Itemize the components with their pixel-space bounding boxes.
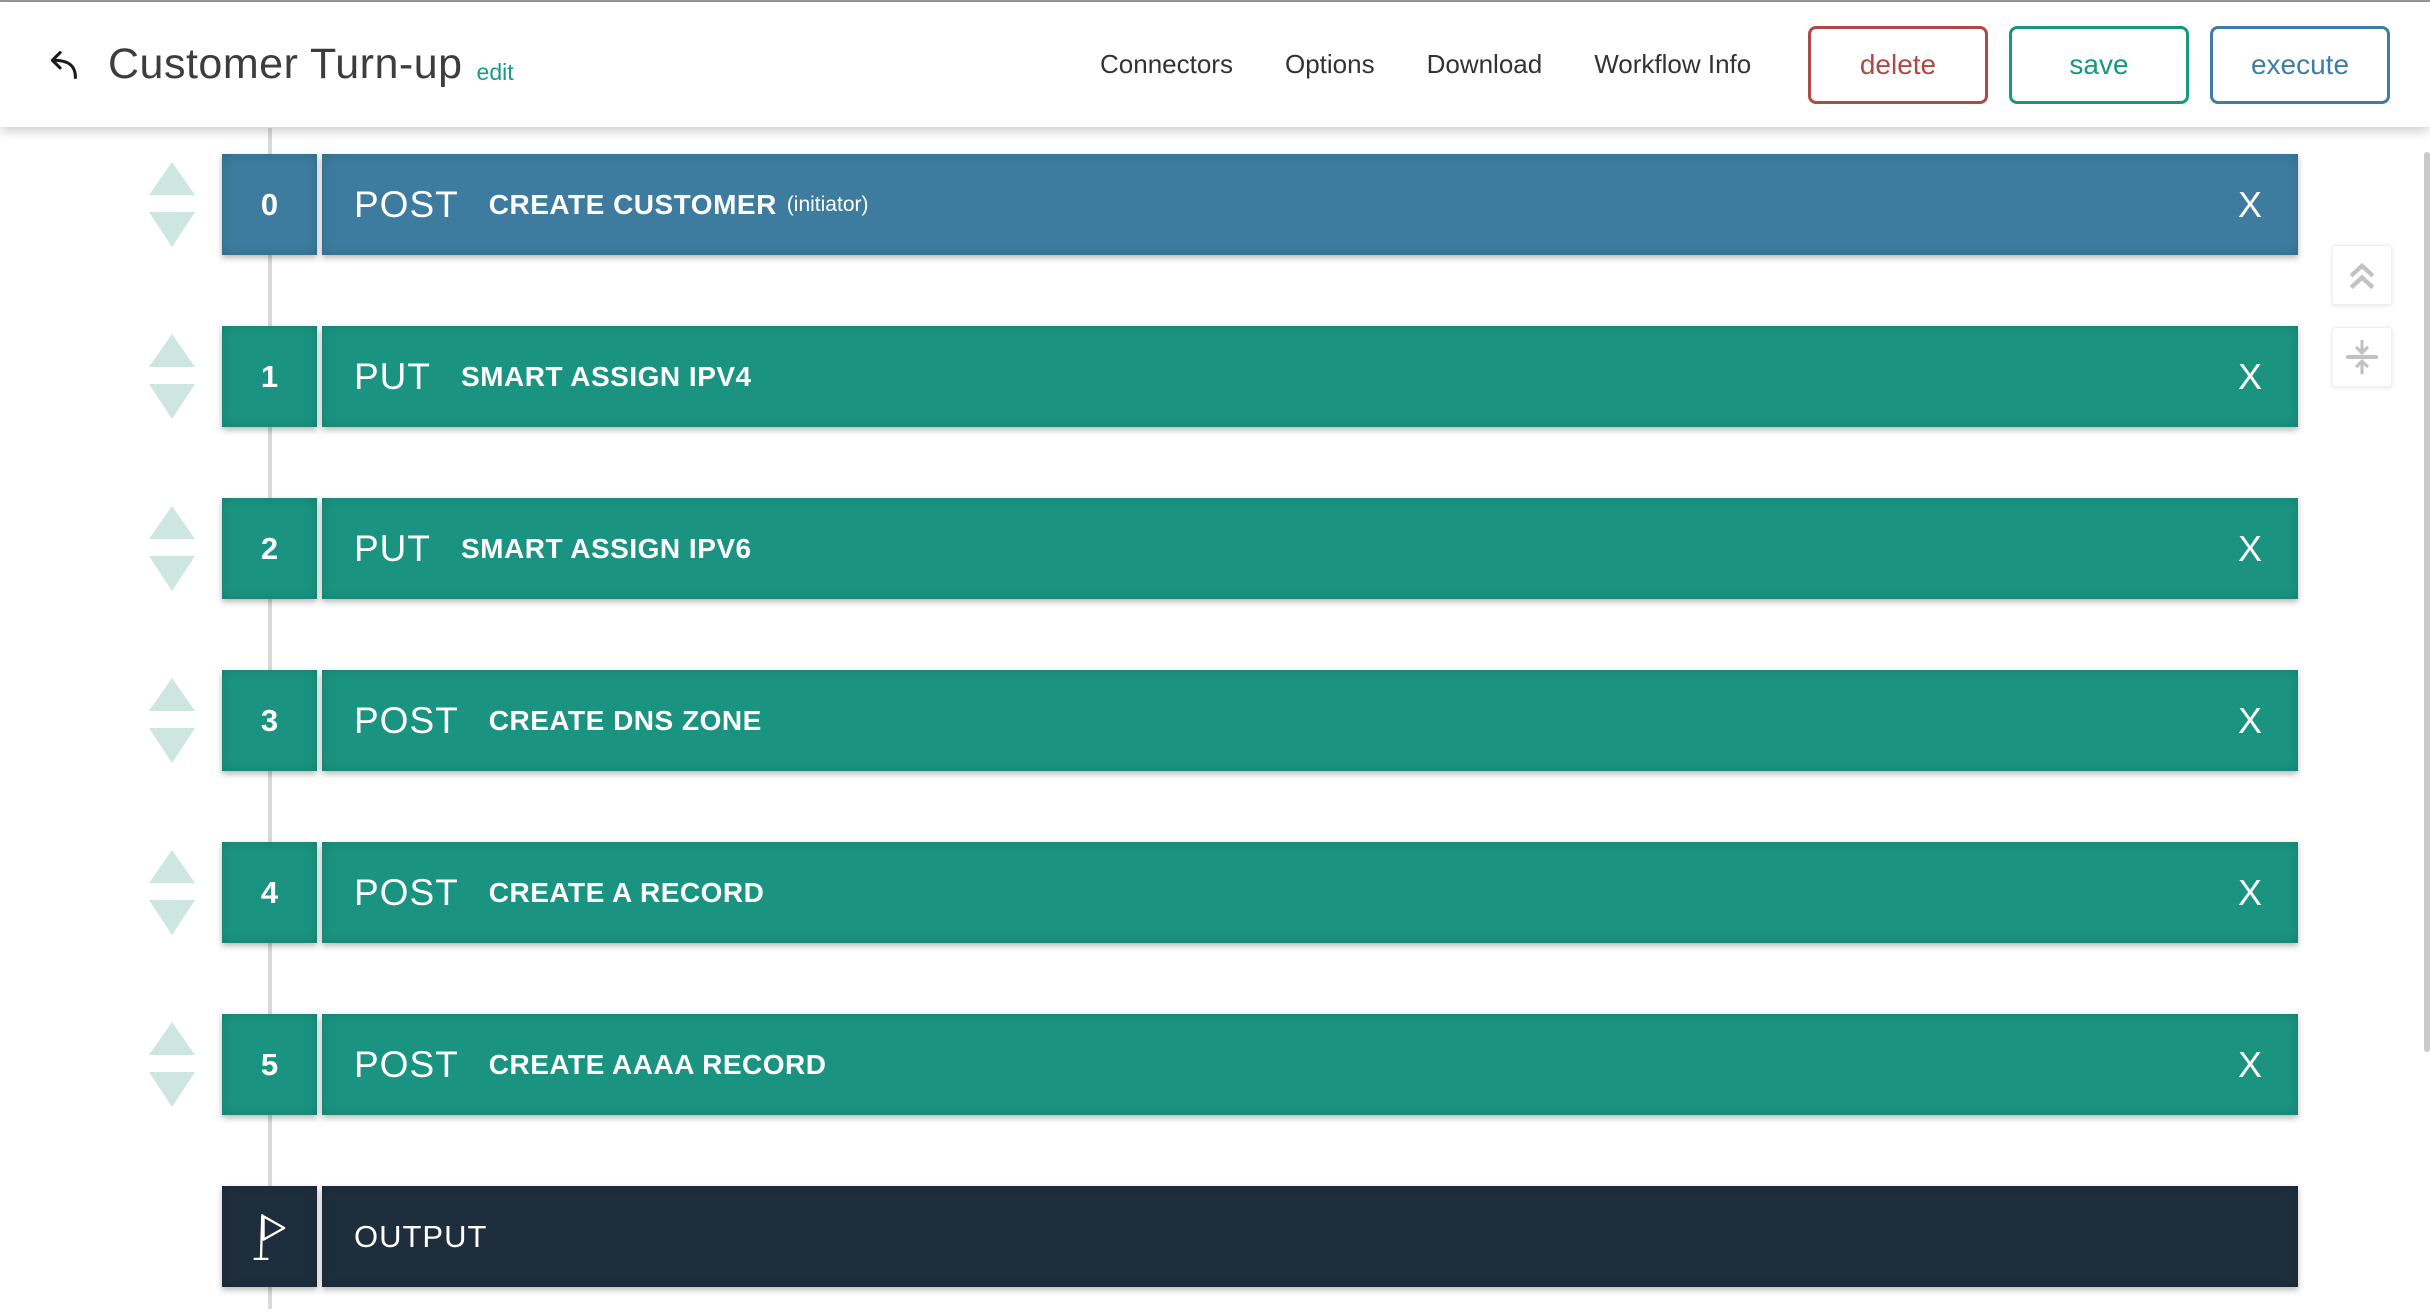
move-up-arrow[interactable] [149,506,195,539]
move-up-arrow[interactable] [149,1022,195,1055]
workflow-step-4: 4 POST CREATE A RECORD X [148,842,2298,943]
page-title: Customer Turn-up [108,40,463,89]
step-method: POST [354,700,459,742]
step-bar[interactable]: PUT SMART ASSIGN IPV6 X [322,498,2298,599]
workflow-step-2: 2 PUT SMART ASSIGN IPV6 X [148,498,2298,599]
remove-step-button[interactable]: X [2238,531,2262,567]
reorder-arrows-spacer [148,1186,195,1287]
move-up-arrow[interactable] [149,334,195,367]
step-method: PUT [354,356,431,398]
nav-item-workflow-info[interactable]: Workflow Info [1594,49,1751,80]
step-method: POST [354,184,459,226]
collapse-vertical-icon [2342,337,2382,377]
step-label: SMART ASSIGN IPV6 [461,533,752,565]
step-index-badge: 1 [222,326,317,427]
move-up-arrow[interactable] [149,850,195,883]
step-index-badge: 5 [222,1014,317,1115]
back-arrow-icon [39,43,85,89]
output-label: OUTPUT [354,1219,487,1255]
edit-link[interactable]: edit [477,59,514,86]
reorder-arrows [148,670,195,771]
move-up-arrow[interactable] [149,678,195,711]
move-down-arrow[interactable] [149,900,195,935]
move-down-arrow[interactable] [149,556,195,591]
workflow-step-3: 3 POST CREATE DNS ZONE X [148,670,2298,771]
move-down-arrow[interactable] [149,728,195,763]
output-bar[interactable]: OUTPUT [322,1186,2298,1287]
workflow-output-row: OUTPUT [148,1186,2298,1287]
step-index-badge: 0 [222,154,317,255]
step-index-badge: 4 [222,842,317,943]
workflow-step-5: 5 POST CREATE AAAA RECORD X [148,1014,2298,1115]
header: Customer Turn-up edit Connectors Options… [0,2,2430,127]
step-bar[interactable]: POST CREATE A RECORD X [322,842,2298,943]
output-flag-badge [222,1186,317,1287]
remove-step-button[interactable]: X [2238,187,2262,223]
remove-step-button[interactable]: X [2238,703,2262,739]
step-method: PUT [354,528,431,570]
reorder-arrows [148,842,195,943]
scroll-to-top-button[interactable] [2332,245,2392,305]
double-chevron-up-icon [2342,255,2382,295]
move-down-arrow[interactable] [149,384,195,419]
workflow-steps: 0 POST CREATE CUSTOMER (initiator) X 1 P… [148,154,2298,1314]
step-bar[interactable]: POST CREATE AAAA RECORD X [322,1014,2298,1115]
step-index-badge: 2 [222,498,317,599]
step-method: POST [354,1044,459,1086]
step-suffix: (initiator) [787,193,869,217]
execute-button[interactable]: execute [2210,26,2390,104]
collapse-steps-button[interactable] [2332,327,2392,387]
back-button[interactable] [36,40,88,92]
step-label: CREATE A RECORD [489,877,765,909]
move-down-arrow[interactable] [149,212,195,247]
step-bar[interactable]: POST CREATE DNS ZONE X [322,670,2298,771]
delete-button[interactable]: delete [1808,26,1988,104]
nav-item-download[interactable]: Download [1427,49,1543,80]
header-actions: delete save execute [1808,2,2390,127]
step-label: SMART ASSIGN IPV4 [461,361,752,393]
nav-item-options[interactable]: Options [1285,49,1375,80]
step-label: CREATE CUSTOMER [489,189,777,221]
reorder-arrows [148,1014,195,1115]
header-nav: Connectors Options Download Workflow Inf… [1100,2,1751,127]
reorder-arrows [148,498,195,599]
workflow-step-0: 0 POST CREATE CUSTOMER (initiator) X [148,154,2298,255]
move-down-arrow[interactable] [149,1072,195,1107]
reorder-arrows [148,154,195,255]
step-label: CREATE AAAA RECORD [489,1049,827,1081]
step-bar[interactable]: POST CREATE CUSTOMER (initiator) X [322,154,2298,255]
step-index-badge: 3 [222,670,317,771]
reorder-arrows [148,326,195,427]
nav-item-connectors[interactable]: Connectors [1100,49,1233,80]
output-flag-icon [249,1210,291,1264]
workflow-step-1: 1 PUT SMART ASSIGN IPV4 X [148,326,2298,427]
scrollbar-thumb[interactable] [2424,152,2430,1052]
remove-step-button[interactable]: X [2238,1047,2262,1083]
remove-step-button[interactable]: X [2238,875,2262,911]
save-button[interactable]: save [2009,26,2189,104]
step-bar[interactable]: PUT SMART ASSIGN IPV4 X [322,326,2298,427]
move-up-arrow[interactable] [149,162,195,195]
step-label: CREATE DNS ZONE [489,705,762,737]
step-method: POST [354,872,459,914]
remove-step-button[interactable]: X [2238,359,2262,395]
